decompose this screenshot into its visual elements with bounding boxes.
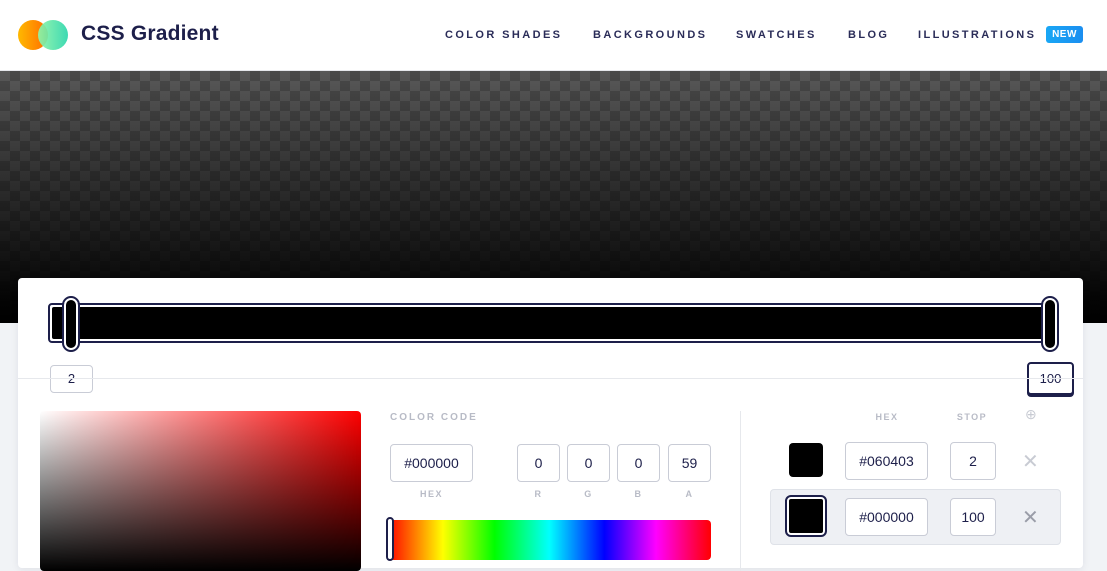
stop-handle-right[interactable] <box>1041 296 1059 352</box>
r-input[interactable]: 0 <box>517 444 560 482</box>
g-input[interactable]: 0 <box>567 444 610 482</box>
brand-name[interactable]: CSS Gradient <box>81 22 219 46</box>
g-label: G <box>584 489 593 499</box>
a-label: A <box>685 489 694 499</box>
nav-blog[interactable]: BLOG <box>848 29 889 41</box>
hex-label: HEX <box>419 489 443 499</box>
b-label: B <box>634 489 643 499</box>
nav-illustrations[interactable]: ILLUSTRATIONS <box>918 29 1036 41</box>
saturation-picker[interactable] <box>40 411 361 571</box>
stop-position-left[interactable]: 2 <box>50 365 93 393</box>
new-badge: NEW <box>1046 26 1083 43</box>
stops-hex-header: HEX <box>875 412 899 422</box>
stop-position-input-2[interactable]: 100 <box>950 498 996 536</box>
stop-hex-input-1[interactable]: #060403 <box>845 442 928 480</box>
add-stop-icon[interactable]: ⊕ <box>1025 406 1037 423</box>
hue-slider[interactable] <box>388 520 711 560</box>
gradient-slider-track[interactable] <box>48 303 1056 343</box>
remove-stop-icon-1[interactable]: ✕ <box>1022 449 1039 474</box>
stop-swatch-1[interactable] <box>789 443 823 477</box>
gradient-slider-fill <box>52 307 1052 339</box>
section-divider <box>740 411 741 571</box>
logo-circle-green <box>38 20 68 50</box>
stop-position-input-1[interactable]: 2 <box>950 442 996 480</box>
hue-slider-handle[interactable] <box>386 517 394 561</box>
remove-stop-icon-2[interactable]: ✕ <box>1022 505 1039 530</box>
nav-backgrounds[interactable]: BACKGROUNDS <box>593 29 707 41</box>
stops-stop-header: STOP <box>956 412 988 422</box>
stop-hex-input-2[interactable]: #000000 <box>845 498 928 536</box>
stop-swatch-2[interactable] <box>785 495 827 537</box>
nav-color-shades[interactable]: COLOR SHADES <box>445 29 562 41</box>
stop-handle-left[interactable] <box>62 296 80 352</box>
hex-input[interactable]: #000000 <box>390 444 473 482</box>
nav-swatches[interactable]: SWATCHES <box>736 29 817 41</box>
color-code-label: COLOR CODE <box>390 412 478 423</box>
r-label: R <box>534 489 543 499</box>
header: CSS Gradient COLOR SHADES BACKGROUNDS SW… <box>0 0 1107 71</box>
gradient-editor-panel: 2 100 COLOR CODE #000000 HEX 0 0 0 59 R … <box>18 278 1083 571</box>
panel-divider <box>18 378 1083 379</box>
a-input[interactable]: 59 <box>668 444 711 482</box>
b-input[interactable]: 0 <box>617 444 660 482</box>
logo-icon[interactable] <box>18 20 68 50</box>
